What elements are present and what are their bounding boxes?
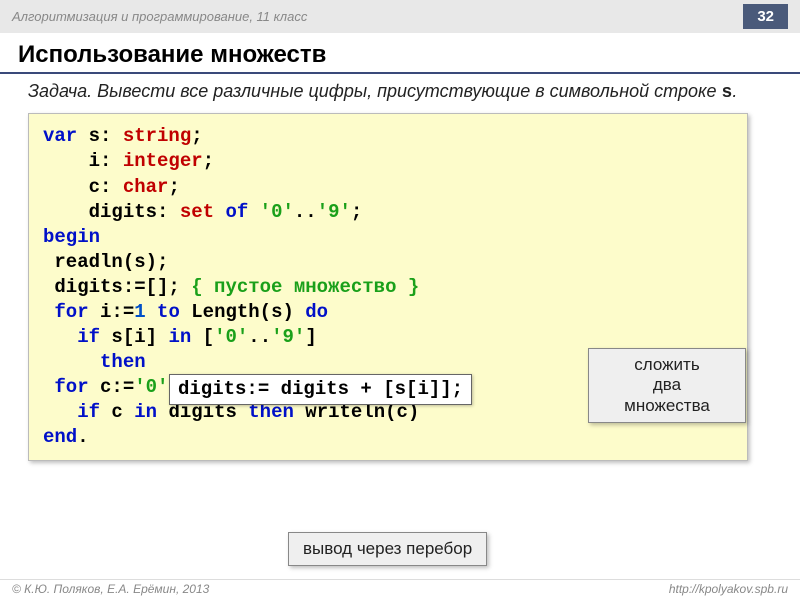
code-line: digits: set of '0'..'9';: [43, 200, 733, 225]
task-text: Задача. Вывести все различные цифры, при…: [0, 80, 800, 105]
inline-code-box: digits:= digits + [s[i]];: [169, 374, 472, 405]
code-line: if s[i] in ['0'..'9']: [43, 325, 733, 350]
code-line: for i:=1 to Length(s) do: [43, 300, 733, 325]
code-line: var s: string;: [43, 124, 733, 149]
code-var: s: [722, 83, 733, 103]
task-label: Задача: [28, 81, 87, 101]
slide-header: Алгоритмизация и программирование, 11 кл…: [0, 0, 800, 33]
callout-output: вывод через перебор: [288, 532, 487, 566]
code-line: readln(s);: [43, 250, 733, 275]
code-line: c: char;: [43, 175, 733, 200]
page-number: 32: [743, 4, 788, 29]
code-line: begin: [43, 225, 733, 250]
code-line: digits:=[]; { пустое множество }: [43, 275, 733, 300]
callout-merge: сложить два множества: [588, 348, 746, 423]
code-line: end.: [43, 425, 733, 450]
subject-text: Алгоритмизация и программирование, 11 кл…: [12, 9, 307, 24]
code-line: i: integer;: [43, 149, 733, 174]
slide-title: Использование множеств: [0, 33, 800, 74]
url: http://kpolyakov.spb.ru: [669, 582, 788, 596]
copyright: © К.Ю. Поляков, Е.А. Ерёмин, 2013: [12, 582, 209, 596]
slide-footer: © К.Ю. Поляков, Е.А. Ерёмин, 2013 http:/…: [0, 579, 800, 598]
